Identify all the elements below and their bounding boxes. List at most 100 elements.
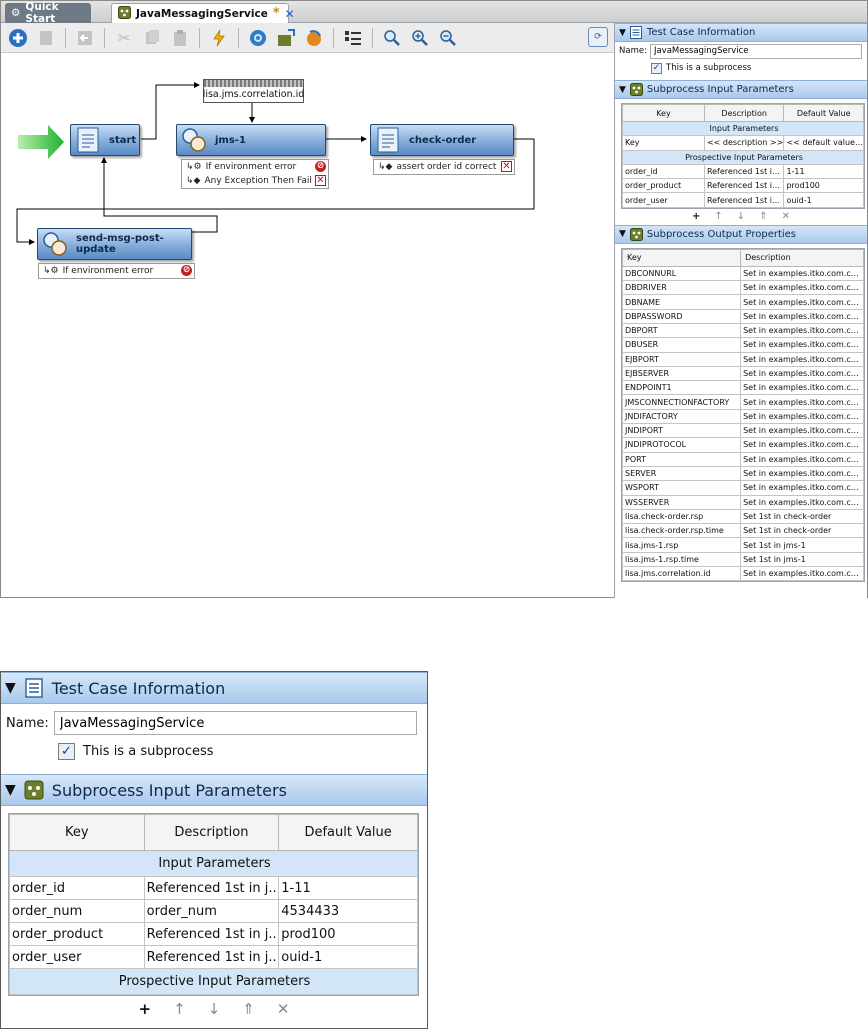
table-row[interactable]: lisa.jms-1.rsp.time Set 1st in jms-1 (621, 551, 864, 568)
replay-icon[interactable] (303, 27, 325, 49)
column-header-description[interactable]: Description (143, 814, 280, 851)
table-row[interactable]: order_id Referenced 1st in j... 1-11 (9, 876, 418, 900)
cell-key[interactable]: JNDIFACTORY (621, 408, 742, 425)
cell-key[interactable]: Key (622, 135, 705, 151)
tab-quick-start[interactable]: ⚙ Quick Start (5, 1, 91, 25)
input-params-header[interactable]: ▼ Subprocess Input Parameters (615, 80, 867, 99)
collapse-triangle-icon[interactable]: ▼ (619, 28, 626, 38)
run-icon[interactable] (208, 27, 230, 49)
table-row[interactable]: JMSCONNECTIONFACTORY Set in examples.itko… (621, 394, 864, 410)
cell-description[interactable]: Set in examples.itko.com.confi... (740, 494, 864, 510)
assertion-row[interactable]: ↳⚙ If environment error ⊘ (182, 160, 328, 174)
cell-key[interactable]: WSPORT (621, 480, 742, 496)
cell-key[interactable]: DBDRIVER (621, 280, 742, 296)
cell-description[interactable]: Set in examples.itko.com.confi... (740, 423, 864, 439)
cell-description[interactable]: Set in examples.itko.com.confi... (740, 380, 864, 396)
cell-description[interactable]: Set in examples.itko.com.confi... (740, 451, 864, 467)
copy-icon[interactable] (141, 27, 163, 49)
step-start[interactable]: start (70, 124, 140, 156)
table-row[interactable]: lisa.jms.correlation.id Set in examples.i… (621, 566, 864, 582)
cell-key[interactable]: order_num (9, 899, 145, 923)
cell-key[interactable]: order_product (622, 178, 705, 194)
cell-key[interactable]: JNDIPORT (621, 423, 742, 439)
table-row[interactable]: EJBPORT Set in examples.itko.com.confi... (621, 351, 864, 367)
cell-key[interactable]: order_user (622, 192, 705, 208)
cell-description[interactable]: Set 1st in check-order (740, 508, 864, 525)
cell-key[interactable]: lisa.jms.correlation.id (621, 566, 742, 582)
properties-icon[interactable] (342, 27, 364, 49)
collapse-triangle-icon[interactable]: ▼ (5, 782, 16, 798)
cell-default[interactable]: prod100 (278, 922, 418, 946)
table-row[interactable]: ENDPOINT1 Set in examples.itko.com.confi.… (621, 380, 864, 396)
table-row[interactable]: DBPORT Set in examples.itko.com.confi... (621, 322, 864, 339)
move-up-icon[interactable]: ↑ (173, 1000, 186, 1018)
test-case-info-header[interactable]: ▼ Test Case Information (1, 672, 427, 704)
cell-description[interactable]: Set 1st in jms-1 (740, 537, 864, 553)
cell-default[interactable]: prod100 (783, 178, 864, 194)
stage-icon[interactable] (275, 27, 297, 49)
column-header-description[interactable]: Description (740, 248, 864, 267)
cell-key[interactable]: DBPORT (621, 322, 742, 339)
table-row[interactable]: order_user Referenced 1st in j... ouid-1 (9, 945, 418, 969)
cell-description[interactable]: Set in examples.itko.com.confi... (740, 280, 864, 296)
paste-icon[interactable] (169, 27, 191, 49)
table-row[interactable]: lisa.check-order.rsp.time Set 1st in chec… (621, 523, 864, 539)
column-header-default[interactable]: Default Value (278, 814, 418, 851)
cell-description[interactable]: Referenced 1st in j... (143, 922, 280, 946)
delete-step-icon[interactable] (35, 27, 57, 49)
collapse-triangle-icon[interactable]: ▼ (619, 85, 626, 95)
cell-key[interactable]: DBNAME (621, 294, 742, 310)
output-props-header[interactable]: ▼ Subprocess Output Properties (615, 224, 867, 244)
config-icon[interactable] (247, 27, 269, 49)
cell-key[interactable]: order_id (9, 876, 145, 900)
cell-key[interactable]: PORT (621, 451, 742, 467)
cell-description[interactable]: Referenced 1st in j... (703, 163, 785, 180)
table-row[interactable]: order_num order_num 4534433 (9, 899, 418, 923)
correlation-data-set[interactable]: lisa.jms.correlation.id (203, 79, 304, 103)
table-row[interactable]: WSPORT Set in examples.itko.com.confi... (621, 480, 864, 496)
move-up-icon[interactable]: ↑ (714, 211, 722, 222)
cell-key[interactable]: order_id (622, 163, 705, 180)
add-row-icon[interactable]: + (139, 1000, 152, 1018)
cell-description[interactable]: Set in examples.itko.com.confi... (740, 365, 864, 382)
link-icon[interactable]: ⟳ (588, 27, 608, 47)
cell-key[interactable]: JNDIPROTOCOL (621, 437, 742, 453)
cell-description[interactable]: Set in examples.itko.com.confi... (740, 308, 864, 324)
tab-java-messaging-service[interactable]: JavaMessagingService * ✕ (111, 3, 295, 23)
cell-key[interactable]: lisa.check-order.rsp (621, 508, 742, 525)
column-header-key[interactable]: Key (9, 814, 145, 851)
cell-description[interactable]: Set in examples.itko.com.confi... (740, 437, 864, 453)
table-row[interactable]: DBPASSWORD Set in examples.itko.com.confi… (621, 308, 864, 324)
step-jms-1[interactable]: jms-1 (176, 124, 326, 156)
subprocess-checkbox[interactable]: ✓ (651, 62, 662, 74)
table-row[interactable]: DBUSER Set in examples.itko.com.confi... (621, 337, 864, 353)
column-header-key[interactable]: Key (621, 248, 742, 267)
cell-key[interactable]: lisa.check-order.rsp.time (621, 523, 742, 539)
cell-key[interactable]: order_product (9, 922, 145, 946)
cell-key[interactable]: DBCONNURL (621, 265, 742, 282)
delete-row-icon[interactable]: ✕ (277, 1000, 290, 1018)
cell-key[interactable]: DBPASSWORD (621, 308, 742, 324)
step-check-order[interactable]: check-order (370, 124, 514, 156)
cell-key[interactable]: ENDPOINT1 (621, 380, 742, 396)
move-top-icon[interactable]: ⇑ (759, 211, 767, 222)
table-row[interactable]: DBCONNURL Set in examples.itko.com.confi.… (621, 265, 864, 282)
cell-key[interactable]: lisa.jms-1.rsp (621, 537, 742, 553)
table-row[interactable]: EJBSERVER Set in examples.itko.com.confi.… (621, 365, 864, 382)
close-tab-icon[interactable]: ✕ (285, 7, 295, 21)
table-row[interactable]: lisa.check-order.rsp Set 1st in check-ord… (621, 508, 864, 525)
name-field[interactable] (53, 711, 417, 735)
cell-description[interactable]: Set in examples.itko.com.confi... (740, 265, 864, 282)
table-row[interactable]: order_id Referenced 1st in j... 1-11 (622, 163, 864, 180)
cell-key[interactable]: order_user (9, 945, 145, 969)
cell-key[interactable]: DBUSER (621, 337, 742, 353)
step-send-msg-post-update[interactable]: send-msg-post-update (37, 228, 192, 260)
cell-description[interactable]: Referenced 1st in j... (703, 192, 785, 208)
table-row[interactable]: DBNAME Set in examples.itko.com.confi... (621, 294, 864, 310)
cell-description[interactable]: Set in examples.itko.com.confi... (740, 465, 864, 482)
cell-key[interactable]: JMSCONNECTIONFACTORY (621, 394, 742, 410)
cell-key[interactable]: lisa.jms-1.rsp.time (621, 551, 742, 568)
collapse-triangle-icon[interactable]: ▼ (5, 680, 16, 696)
table-row[interactable]: order_user Referenced 1st in j... ouid-1 (622, 192, 864, 208)
delete-row-icon[interactable]: ✕ (782, 211, 790, 222)
